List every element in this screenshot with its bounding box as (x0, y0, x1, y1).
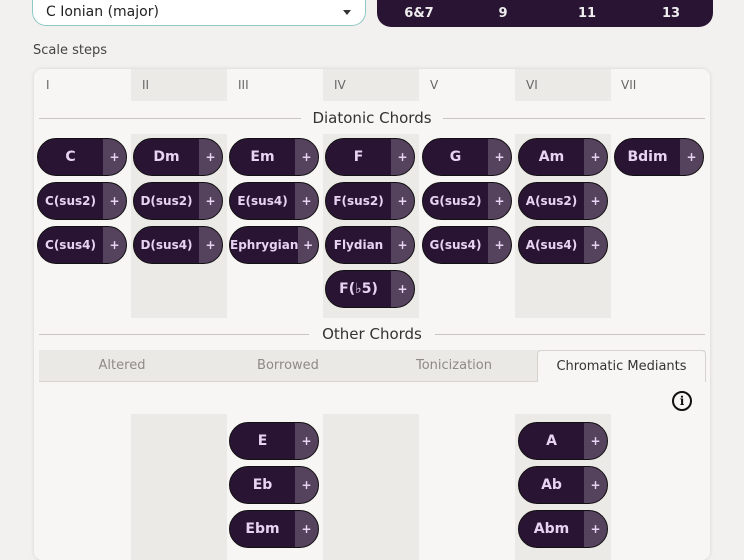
add-chord-button[interactable]: + (680, 139, 703, 175)
chord-am[interactable]: Am + (518, 138, 608, 176)
add-chord-button[interactable]: + (295, 423, 318, 459)
chord-label: G(sus2) (429, 194, 482, 208)
chord-label: E(sus4) (237, 194, 288, 208)
chord-label: Ab (541, 477, 562, 493)
chord-label: D(sus4) (140, 238, 193, 252)
tab-borrowed[interactable]: Borrowed (205, 350, 371, 381)
chord-g-sus4[interactable]: G(sus4) + (422, 226, 512, 264)
chord-label: F(sus2) (333, 194, 384, 208)
info-icon[interactable]: i (672, 391, 692, 411)
chord-a-sus2[interactable]: A(sus2) + (518, 182, 608, 220)
step-label-ii: II (142, 78, 150, 92)
chord-a-sus4[interactable]: A(sus4) + (518, 226, 608, 264)
step-label-vi: VI (526, 78, 538, 92)
other-chords-tabbar: Altered Borrowed Tonicization Chromatic … (39, 350, 706, 382)
ext-button-13[interactable]: 13 (629, 0, 713, 27)
chord-label: Flydian (333, 238, 384, 252)
add-chord-button[interactable]: + (488, 183, 511, 219)
app-root: C Ionian (major) 6&7 9 11 13 Scale steps… (0, 0, 744, 560)
scale-select-value: C Ionian (major) (46, 4, 159, 20)
chord-flydian[interactable]: Flydian + (325, 226, 415, 264)
chord-label: C (65, 149, 76, 165)
chord-label: F (353, 149, 364, 165)
chord-panel: I II III IV V VI VII Diatonic Chords C + … (34, 69, 710, 560)
chord-label: Em (250, 149, 275, 165)
chord-label: C(sus2) (45, 194, 96, 208)
chord-a-mediant[interactable]: A + (518, 422, 608, 460)
tab-chromatic-mediants[interactable]: Chromatic Mediants (537, 350, 706, 382)
chord-label: G (449, 149, 462, 165)
chord-label: Am (538, 149, 565, 165)
chord-e-sus4[interactable]: E(sus4) + (229, 182, 319, 220)
chord-c[interactable]: C + (37, 138, 127, 176)
divider-right (443, 118, 705, 119)
chord-label: C(sus4) (45, 238, 96, 252)
tab-altered[interactable]: Altered (39, 350, 205, 381)
add-chord-button[interactable]: + (103, 183, 126, 219)
chord-label: A(sus4) (525, 238, 578, 252)
chord-c-sus2[interactable]: C(sus2) + (37, 182, 127, 220)
chord-f[interactable]: F + (325, 138, 415, 176)
chevron-down-icon[interactable] (343, 10, 351, 15)
ext-button-9[interactable]: 9 (461, 0, 545, 27)
chord-ephrygian[interactable]: Ephrygian + (229, 226, 319, 264)
col-shade-iv-lower (323, 414, 419, 560)
divider-left-other (39, 334, 309, 335)
add-chord-button[interactable]: + (103, 139, 126, 175)
chord-ebm-mediant[interactable]: Ebm + (229, 510, 319, 548)
tab-tonicization[interactable]: Tonicization (371, 350, 537, 381)
chord-label: Ebm (245, 521, 280, 537)
chord-dm[interactable]: Dm + (133, 138, 223, 176)
add-chord-button[interactable]: + (295, 467, 318, 503)
chord-label: A(sus2) (525, 194, 578, 208)
add-chord-button[interactable]: + (295, 183, 318, 219)
step-label-iii: III (238, 78, 249, 92)
chord-eb-mediant[interactable]: Eb + (229, 466, 319, 504)
other-chords-title: Other Chords (322, 325, 422, 343)
chord-d-sus4[interactable]: D(sus4) + (133, 226, 223, 264)
chord-label: Bdim (627, 149, 668, 165)
chord-f-sus2[interactable]: F(sus2) + (325, 182, 415, 220)
chord-label: F(♭5) (339, 281, 378, 297)
step-label-vii: VII (621, 78, 637, 92)
chord-em[interactable]: Em + (229, 138, 319, 176)
scale-steps-label: Scale steps (33, 43, 108, 58)
chord-e-mediant[interactable]: E + (229, 422, 319, 460)
ext-button-6-7[interactable]: 6&7 (377, 0, 461, 27)
step-label-i: I (46, 78, 50, 92)
add-chord-button[interactable]: + (295, 139, 318, 175)
chord-bdim[interactable]: Bdim + (614, 138, 704, 176)
scale-select[interactable]: C Ionian (major) (32, 0, 366, 26)
chord-g[interactable]: G + (422, 138, 512, 176)
step-label-v: V (430, 78, 439, 92)
divider-left (39, 118, 301, 119)
col-shade-ii-lower (131, 414, 227, 560)
divider-right-other (435, 334, 705, 335)
chord-abm-mediant[interactable]: Abm + (518, 510, 608, 548)
extension-buttons: 6&7 9 11 13 (377, 0, 713, 27)
chord-g-sus2[interactable]: G(sus2) + (422, 182, 512, 220)
chord-ab-mediant[interactable]: Ab + (518, 466, 608, 504)
chord-label: A (546, 433, 557, 449)
diatonic-title: Diatonic Chords (312, 109, 432, 127)
chord-c-sus4[interactable]: C(sus4) + (37, 226, 127, 264)
chord-label: Dm (153, 149, 180, 165)
chord-label: D(sus2) (140, 194, 193, 208)
add-chord-button[interactable]: + (488, 227, 511, 263)
add-chord-button[interactable]: + (295, 511, 318, 547)
chord-d-sus2[interactable]: D(sus2) + (133, 182, 223, 220)
add-chord-button[interactable]: + (488, 139, 511, 175)
chord-label: Abm (533, 521, 570, 537)
add-chord-button[interactable]: + (103, 227, 126, 263)
chord-label: Eb (252, 477, 273, 493)
chord-f-flat5[interactable]: F(♭5) + (325, 270, 415, 308)
chord-label: Ephrygian (230, 238, 299, 252)
add-chord-button[interactable]: + (298, 227, 318, 263)
chord-label: E (257, 433, 268, 449)
ext-button-11[interactable]: 11 (545, 0, 629, 27)
step-label-iv: IV (334, 78, 346, 92)
chord-label: G(sus4) (429, 238, 482, 252)
